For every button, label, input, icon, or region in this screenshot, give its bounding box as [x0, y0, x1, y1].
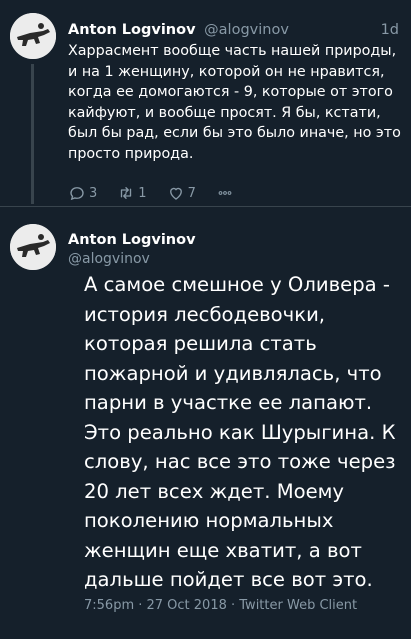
reply-button[interactable]: 3	[68, 184, 97, 202]
author-handle[interactable]: @alogvinov	[68, 251, 150, 267]
avatar-image	[10, 224, 56, 270]
author-name[interactable]: Anton Logvinov	[68, 232, 196, 248]
like-button[interactable]: 7	[167, 184, 196, 202]
tweet-header: Anton Logvinov @alogvinov 1d	[68, 22, 399, 38]
author-name[interactable]: Anton Logvinov	[68, 22, 196, 38]
tweet-main: Anton Logvinov @alogvinov А самое смешно…	[0, 207, 411, 639]
retweet-icon	[121, 187, 132, 199]
tweet-actions: 3 1 7	[68, 184, 257, 202]
retweet-button[interactable]: 1	[117, 184, 147, 202]
tweet-meta[interactable]: 7:56pm · 27 Oct 2018 · Twitter Web Clien…	[84, 598, 357, 613]
reply-icon	[70, 187, 84, 201]
like-icon	[169, 187, 182, 200]
tweet-parent[interactable]: Anton Logvinov @alogvinov 1d Харрасмент …	[0, 0, 411, 206]
retweet-count: 1	[138, 185, 147, 201]
reply-count: 3	[89, 185, 98, 201]
avatar-image	[10, 13, 56, 59]
thread-line	[31, 64, 34, 204]
avatar[interactable]	[10, 224, 56, 270]
more-button[interactable]	[216, 184, 237, 202]
like-count: 7	[187, 185, 196, 201]
tweet-text: А самое смешное у Оливера - история лесб…	[84, 273, 396, 591]
tweet-time[interactable]: 1d	[381, 22, 399, 38]
avatar[interactable]	[10, 13, 56, 59]
tweet-text: Харрасмент вообще часть нашей природы, и…	[68, 43, 401, 162]
author-handle[interactable]: @alogvinov	[204, 22, 289, 38]
more-icon	[218, 191, 232, 195]
